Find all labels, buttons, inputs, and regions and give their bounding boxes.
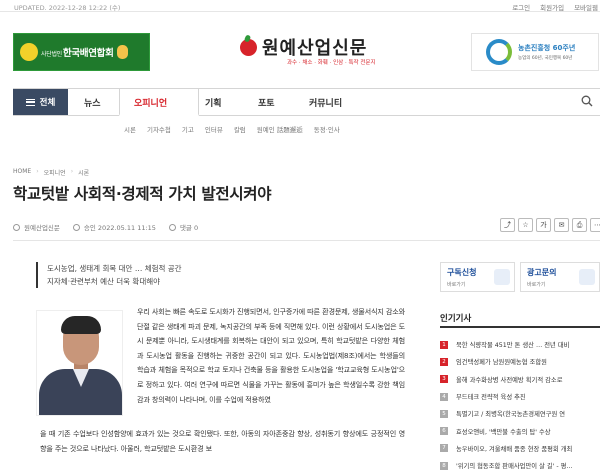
main-nav: 전체 뉴스 오피니언 기획 포토 커뮤니티 bbox=[13, 88, 600, 116]
banner-left-text: 사단법인한국배연합회 bbox=[41, 48, 114, 59]
site-logo[interactable]: 원예산업신문 bbox=[240, 34, 367, 60]
nav-feature[interactable]: 기획 bbox=[205, 96, 222, 109]
subnav-item-interview[interactable]: 인터뷰 bbox=[205, 124, 223, 134]
comment-icon bbox=[168, 223, 176, 231]
summary-line-2: 지자체·관련부처 예산 더욱 확대해야 bbox=[47, 277, 161, 286]
subscribe-icon bbox=[494, 269, 510, 285]
article-meta: 원예산업신문 승인 2022.05.11 11:15 댓글 0 bbox=[13, 222, 211, 232]
nav-community[interactable]: 커뮤니티 bbox=[309, 96, 342, 109]
opinion-subnav: 시론 기자수첩 기고 인터뷰 칼럼 원예인 話題邂逅 동정·인사 bbox=[124, 124, 340, 134]
article-summary: 도시농업, 생태계 회복 대안 … 체험적 공간 지자체·관련부처 예산 더욱 … bbox=[36, 262, 182, 288]
subnav-item-people[interactable]: 원예인 話題邂逅 bbox=[257, 124, 303, 134]
author-photo bbox=[36, 310, 123, 416]
login-link[interactable]: 로그인 bbox=[512, 2, 530, 12]
ad-inquiry-banner[interactable]: 광고문의 바로가기 bbox=[520, 262, 600, 292]
list-item[interactable]: 6 효성오앤비, '백만불 수출의 탑' 수상 bbox=[440, 422, 600, 439]
pear-association-banner[interactable]: 사단법인한국배연합회 bbox=[13, 33, 150, 71]
nav-opinion[interactable]: 오피니언 bbox=[134, 96, 167, 109]
subnav-item-editorial[interactable]: 시론 bbox=[124, 124, 136, 134]
bookmark-icon[interactable]: ☆ bbox=[518, 218, 533, 232]
breadcrumb-editorial[interactable]: 시론 bbox=[78, 168, 89, 177]
print-icon[interactable]: ⎙ bbox=[572, 218, 587, 232]
nav-photo[interactable]: 포토 bbox=[258, 96, 275, 109]
updated-timestamp: UPDATED. 2022-12-28 12:22 (수) bbox=[14, 4, 121, 12]
mobile-web-link[interactable]: 모바일웹 bbox=[574, 2, 598, 12]
top-links: 로그인 회원가입 모바일웹 bbox=[512, 2, 598, 12]
logo-apple-icon bbox=[240, 38, 257, 56]
subnav-item-news-people[interactable]: 동정·인사 bbox=[314, 124, 340, 134]
article-tools: ⤴ ☆ 가 ✉ ⎙ ⋯ bbox=[500, 218, 600, 232]
article-comments[interactable]: 댓글 0 bbox=[180, 222, 198, 232]
author-icon bbox=[13, 223, 20, 231]
popular-articles-title: 인기기사 bbox=[440, 314, 472, 324]
nav-news[interactable]: 뉴스 bbox=[84, 96, 101, 109]
hamburger-icon bbox=[25, 98, 35, 106]
breadcrumb-opinion[interactable]: 오피니언 bbox=[44, 168, 66, 177]
share-icon[interactable]: ⤴ bbox=[500, 218, 515, 232]
logo-tagline: 과수 · 채소 · 화훼 · 인삼 · 특작 전문지 bbox=[287, 60, 376, 66]
list-item[interactable]: 3 올해 과수화상병 사전예방 획기적 감소로 bbox=[440, 371, 600, 388]
mascot-icon bbox=[116, 45, 128, 59]
more-icon[interactable]: ⋯ bbox=[590, 218, 600, 232]
banner-right-sub: 농업의 60년, 국민행복 60년 bbox=[518, 56, 573, 61]
anniversary-logo-icon bbox=[486, 39, 512, 65]
article-title: 학교텃밭 사회적·경제적 가치 발전시켜야 bbox=[13, 185, 272, 203]
subnav-item-reporter-note[interactable]: 기자수첩 bbox=[147, 124, 171, 134]
list-item[interactable]: 1 북한 식량작물 451만 톤 생산 … 전년 대비 bbox=[440, 336, 600, 353]
ad-inquiry-icon bbox=[579, 269, 595, 285]
breadcrumb-home[interactable]: HOME bbox=[13, 168, 31, 177]
meta-divider bbox=[13, 240, 600, 241]
subnav-item-column[interactable]: 칼럼 bbox=[234, 124, 246, 134]
list-item[interactable]: 5 특별기고 / 최병옥(한국농촌경제연구원 연 bbox=[440, 405, 600, 422]
breadcrumb: HOME › 오피니언 › 시론 bbox=[13, 168, 90, 177]
clock-icon bbox=[72, 223, 80, 231]
list-item[interactable]: 7 농우바이오, 겨울채배 품종 현장 품평회 개최 bbox=[440, 440, 600, 457]
association-emblem-icon bbox=[20, 43, 38, 61]
list-item[interactable]: 2 임건택성페가 남원원예농협 조합원 bbox=[440, 353, 600, 370]
signup-link[interactable]: 회원가입 bbox=[540, 2, 564, 12]
banner-right-title: 농촌진흥청 60주년 bbox=[518, 44, 576, 52]
font-size-icon[interactable]: 가 bbox=[536, 218, 551, 232]
article-author: 원예산업신문 bbox=[24, 224, 60, 232]
popular-articles-list: 1 북한 식량작물 451만 톤 생산 … 전년 대비 2 임건택성페가 남원원예농… bbox=[440, 336, 600, 474]
top-utility-bar: UPDATED. 2022-12-28 12:22 (수) 로그인 회원가입 모… bbox=[0, 0, 600, 12]
article-approved: 승인 2022.05.11 11:15 bbox=[83, 224, 156, 232]
list-item[interactable]: 4 부드테크 전략적 육성 추진 bbox=[440, 388, 600, 405]
search-icon[interactable] bbox=[581, 95, 593, 107]
article-body-continued: 을 때 기존 수업보다 인성함양에 효과가 있는 것으로 확인됐다. 또한, 아… bbox=[40, 429, 405, 453]
rda-anniversary-banner[interactable]: 농촌진흥청 60주년 농업의 60년, 국민행복 60년 bbox=[471, 33, 599, 71]
article-body: 우리 사회는 빠른 속도로 도시화가 진행되면서, 인구증가에 따른 환경문제,… bbox=[137, 307, 405, 404]
popular-articles-rule bbox=[440, 326, 600, 328]
email-icon[interactable]: ✉ bbox=[554, 218, 569, 232]
all-menu-button[interactable]: 전체 bbox=[13, 89, 68, 115]
list-item[interactable]: 8 '위기의 협동조합 판매사업만이 살 길' - 평… bbox=[440, 457, 600, 474]
subscribe-banner[interactable]: 구독신청 바로가기 bbox=[440, 262, 515, 292]
logo-text: 원예산업신문 bbox=[262, 38, 368, 59]
subnav-item-contribution[interactable]: 기고 bbox=[182, 124, 194, 134]
summary-line-1: 도시농업, 생태계 회복 대안 … 체험적 공간 bbox=[47, 264, 182, 273]
